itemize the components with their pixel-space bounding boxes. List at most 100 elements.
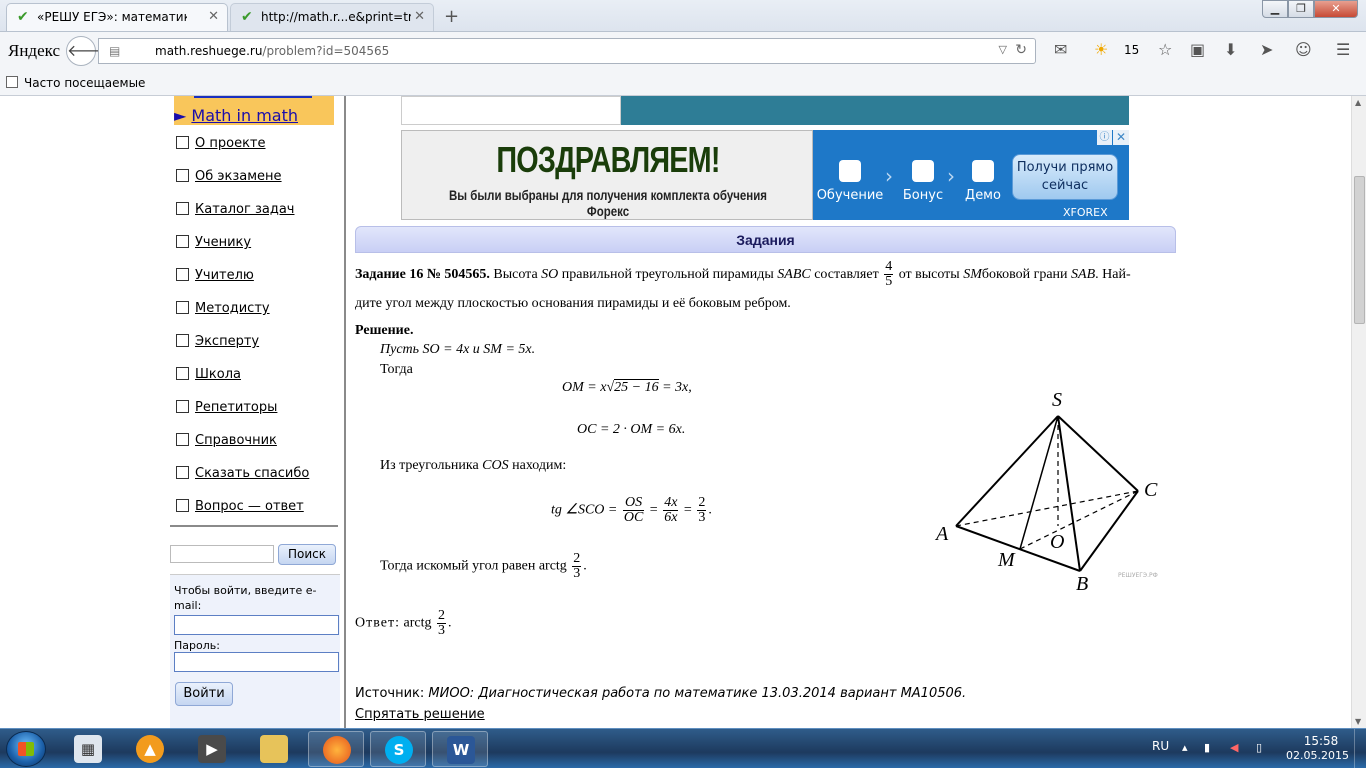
sidebar-menu-label: Справочник (195, 433, 277, 448)
url-text[interactable]: math.reshuege.ru/problem?id=504565 (155, 44, 389, 58)
ad-cta-button[interactable]: Получи прямо сейчас (1012, 154, 1118, 200)
login-form: Чтобы войти, введите e-mail: Пароль: Вой… (170, 574, 340, 728)
sidebar-menu-item[interactable]: Ученику (176, 235, 251, 251)
search-button[interactable]: Поиск (278, 544, 336, 565)
bookmark-most-visited[interactable]: Часто посещаемые (24, 76, 145, 90)
fraction-denominator: 3 (437, 623, 445, 638)
reload-icon[interactable]: ↻ (1015, 42, 1027, 58)
login-note: Чтобы войти, введите e-mail: (174, 584, 317, 612)
ad-step-education[interactable]: Обучение (815, 160, 885, 203)
checkbox-icon[interactable] (176, 301, 189, 314)
sidebar-menu-item[interactable]: Школа (176, 367, 241, 383)
explorer-app[interactable] (246, 731, 302, 767)
source: Источник: МИОО: Диагностическая работа п… (355, 686, 966, 701)
smile-icon[interactable]: ☺ (1295, 41, 1312, 59)
language-indicator[interactable]: RU (1152, 739, 1169, 753)
battery-icon[interactable]: ▯ (1256, 742, 1268, 754)
median-mc (1019, 490, 1139, 550)
mail-icon[interactable]: ✉ (1054, 41, 1067, 59)
start-button[interactable] (6, 731, 46, 767)
clock-date[interactable]: 02.05.2015 (1286, 749, 1349, 762)
ad-step-demo[interactable]: Демо (948, 160, 1018, 203)
network-icon[interactable]: ▮ (1204, 742, 1216, 754)
weather-sun-icon[interactable]: ☀ (1094, 41, 1108, 59)
sidebar-menu-item[interactable]: Вопрос — ответ (176, 499, 304, 515)
sidebar-menu-item[interactable]: Каталог задач (176, 202, 294, 218)
back-button[interactable]: 🡐 (66, 36, 110, 66)
download-icon[interactable]: ⬇ (1224, 41, 1237, 59)
scroll-thumb[interactable] (1354, 176, 1365, 324)
minimize-button[interactable]: ▁ (1262, 0, 1288, 18)
checkbox-icon[interactable] (176, 433, 189, 446)
address-bar[interactable]: ▤ math.reshuege.ru/problem?id=504565 ▽ ↻ (98, 38, 1036, 64)
page-icon: ▤ (109, 44, 121, 58)
sidebar-menu-item[interactable]: Учителю (176, 268, 254, 284)
folder-icon (260, 735, 288, 763)
checkbox-icon[interactable] (176, 499, 189, 512)
sidebar-menu-item[interactable]: Репетиторы (176, 400, 277, 416)
chevron-up-icon[interactable]: ▴ (1182, 742, 1194, 754)
fraction-numerator: 4 (884, 259, 894, 276)
maximize-button[interactable]: ❐ (1288, 0, 1314, 18)
chevron-down-icon[interactable]: ▽ (999, 43, 1007, 56)
tab-close-icon[interactable]: ✕ (208, 4, 219, 30)
ad-step-label: Демо (965, 188, 1001, 203)
reading-list-icon[interactable]: ▣ (1190, 41, 1205, 59)
yandex-logo[interactable]: Яндекс (8, 41, 60, 61)
scroll-up-icon[interactable]: ▲ (1355, 98, 1361, 107)
vertical-scrollbar[interactable]: ▲ ▼ (1351, 96, 1366, 728)
sidebar-menu-item[interactable]: Сказать спасибо (176, 466, 309, 482)
star-bookmark-icon[interactable]: ☆ (1158, 41, 1172, 59)
email-field[interactable] (174, 615, 339, 635)
close-window-button[interactable]: ✕ (1314, 0, 1358, 18)
tab-reshuege[interactable]: ✔ «РЕШУ ЕГЭ»: математика. ... ✕ (6, 3, 228, 31)
close-icon[interactable]: ✕ (1113, 130, 1129, 145)
menu-hamburger-icon[interactable]: ☰ (1336, 41, 1350, 59)
skype-app[interactable]: S (370, 731, 426, 767)
checkbox-icon[interactable] (176, 400, 189, 413)
checkbox-icon[interactable] (176, 367, 189, 380)
tab-print[interactable]: ✔ http://math.r...e&print=true ✕ (230, 3, 434, 31)
label-s: S (1052, 389, 1062, 411)
checkbox-icon[interactable] (176, 235, 189, 248)
hide-solution-link[interactable]: Спрятать решение (355, 707, 485, 722)
volume-muted-icon[interactable]: ◀ (1230, 742, 1242, 754)
text: составляет (814, 267, 879, 282)
checkbox-icon[interactable] (176, 136, 189, 149)
sidebar-menu-item[interactable]: Эксперту (176, 334, 259, 350)
math-in-math-link[interactable]: ► Math in math (174, 106, 298, 125)
equation-part: = 3x, (658, 380, 692, 395)
bookmarks-bar: Часто посещаемые (0, 70, 1366, 96)
clock-time[interactable]: 15:58 (1296, 734, 1346, 749)
media-player-app[interactable]: ▶ (184, 731, 240, 767)
ad-banner[interactable]: ПОЗДРАВЛЯЕМ! Вы были выбраны для получен… (401, 130, 1129, 220)
fraction: 45 (884, 259, 894, 289)
new-tab-button[interactable]: + (444, 6, 459, 27)
source-text: МИОО: Диагностическая работа по математи… (428, 686, 967, 701)
tab-close-icon[interactable]: ✕ (414, 4, 425, 30)
taskbar: ▦ ▲ ▶ S W RU ▴ ▮ ◀ ▯ 15:58 02.05.2015 (0, 728, 1366, 768)
sidebar-menu-item[interactable]: Справочник (176, 433, 277, 449)
search-input[interactable] (170, 545, 274, 563)
send-icon[interactable]: ➤ (1260, 41, 1273, 59)
sidebar-menu-item[interactable]: Об экзамене (176, 169, 282, 185)
show-desktop-button[interactable] (1354, 729, 1366, 768)
word-app[interactable]: W (432, 731, 488, 767)
sidebar-menu-item[interactable]: О проекте (176, 136, 266, 152)
checkbox-icon[interactable] (176, 268, 189, 281)
checkbox-icon[interactable] (176, 202, 189, 215)
checkbox-icon[interactable] (176, 466, 189, 479)
firefox-app[interactable] (308, 731, 364, 767)
login-button[interactable]: Войти (175, 682, 233, 706)
password-field[interactable] (174, 652, 339, 672)
checkbox-icon[interactable] (176, 169, 189, 182)
avast-app[interactable]: ▲ (122, 731, 178, 767)
checkbox-icon[interactable] (176, 334, 189, 347)
weather-temperature[interactable]: 15 (1124, 43, 1139, 57)
scroll-down-icon[interactable]: ▼ (1355, 717, 1361, 726)
math-in-math-label: Math in math (191, 106, 298, 125)
calculator-app[interactable]: ▦ (60, 731, 116, 767)
sidebar-menu-item[interactable]: Методисту (176, 301, 270, 317)
info-icon[interactable]: ⓘ (1097, 130, 1112, 145)
equation-tg: tg ∠SCO = OS OC = 4x 6x = 23. (551, 496, 712, 525)
